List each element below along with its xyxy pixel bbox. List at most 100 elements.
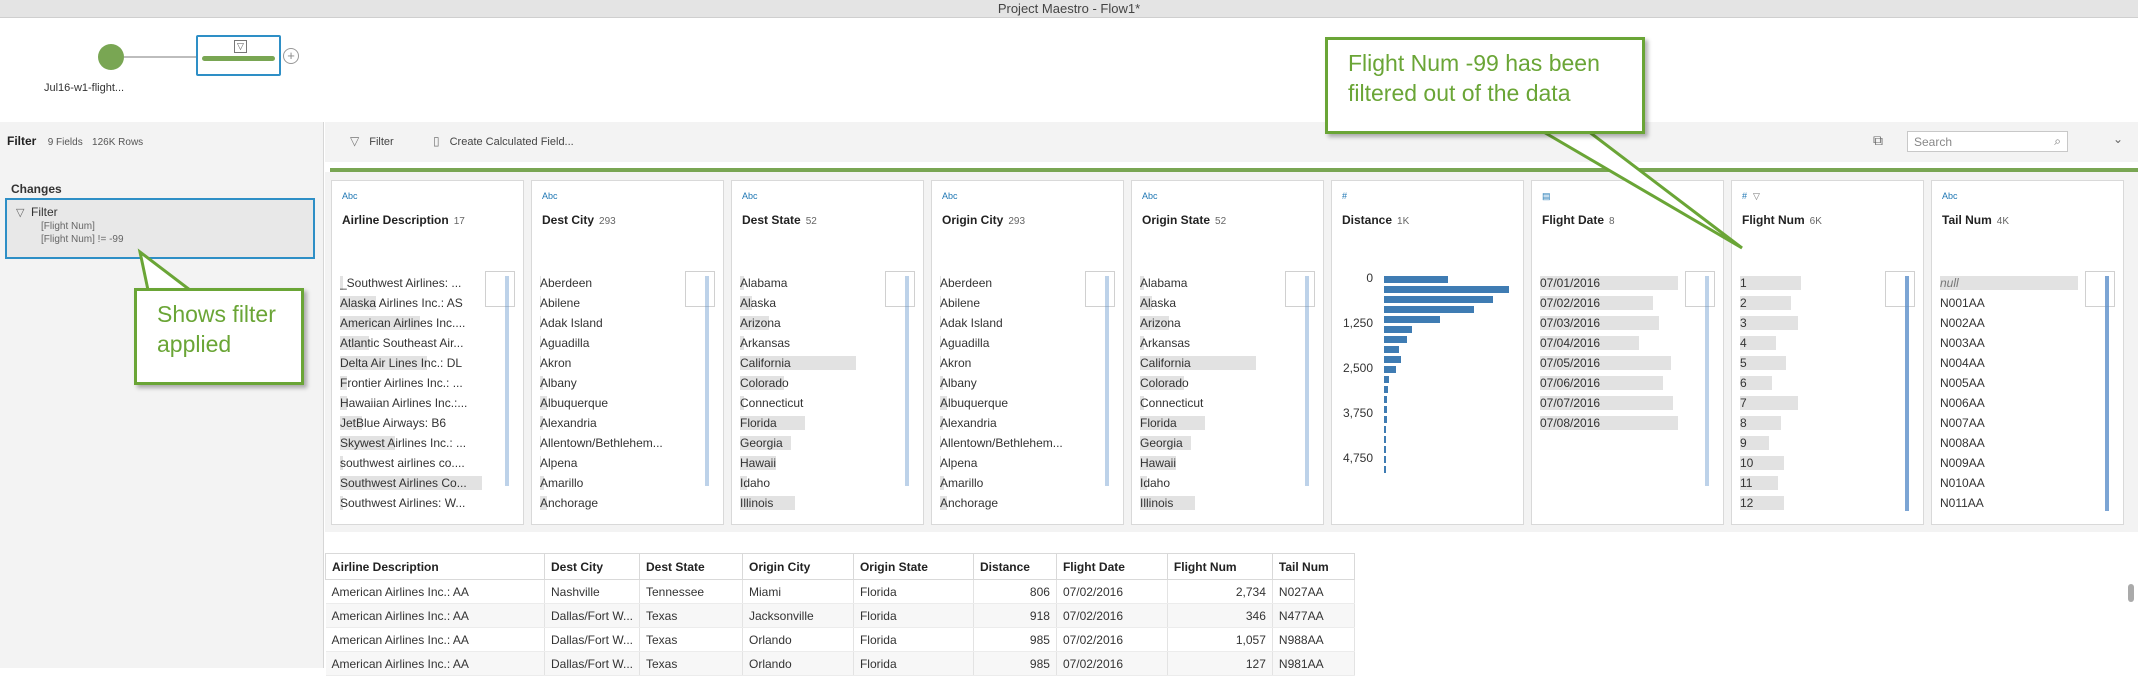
field-name[interactable]: Distance 1K bbox=[1342, 213, 1409, 227]
overview-thumbnail[interactable] bbox=[1685, 271, 1715, 307]
column-header[interactable]: Distance bbox=[972, 553, 1057, 580]
value-item[interactable]: 4 bbox=[1740, 336, 1890, 350]
input-step-node[interactable] bbox=[98, 44, 124, 70]
value-item[interactable]: 3 bbox=[1740, 316, 1890, 330]
column-header[interactable]: Origin City bbox=[741, 553, 854, 580]
histogram-bar[interactable] bbox=[1384, 426, 1386, 433]
value-item[interactable]: Hawaii bbox=[1140, 456, 1290, 470]
filter-step-node[interactable]: ▽ bbox=[196, 35, 281, 76]
field-name[interactable]: Dest State 52 bbox=[742, 213, 817, 227]
value-item[interactable]: Albuquerque bbox=[540, 396, 690, 410]
value-item[interactable]: 07/07/2016 bbox=[1540, 396, 1690, 410]
value-item[interactable]: N010AA bbox=[1940, 476, 2090, 490]
value-item[interactable]: Adak Island bbox=[540, 316, 690, 330]
profile-card[interactable]: Abc Dest State 52 Alabama Alaska Arizona Arkan… bbox=[731, 180, 924, 525]
value-item[interactable]: Alaska bbox=[740, 296, 890, 310]
value-item[interactable]: Alaska bbox=[1140, 296, 1290, 310]
value-item[interactable]: Hawaii bbox=[740, 456, 890, 470]
value-item[interactable]: Anchorage bbox=[940, 496, 1090, 510]
value-item[interactable]: 10 bbox=[1740, 456, 1890, 470]
histogram-bar[interactable] bbox=[1384, 316, 1440, 323]
value-item[interactable]: Florida bbox=[740, 416, 890, 430]
value-item[interactable]: Akron bbox=[540, 356, 690, 370]
value-item[interactable]: Connecticut bbox=[1140, 396, 1290, 410]
overview-thumbnail[interactable] bbox=[1885, 271, 1915, 307]
table-row[interactable]: American Airlines Inc.: AA Dallas/Fort W.… bbox=[325, 627, 1356, 652]
histogram-bar[interactable] bbox=[1384, 366, 1396, 373]
value-item[interactable]: Abilene bbox=[940, 296, 1090, 310]
filter-button[interactable]: ▽ Filter bbox=[350, 134, 394, 148]
value-item[interactable]: 07/01/2016 bbox=[1540, 276, 1690, 290]
value-item[interactable]: Aberdeen bbox=[940, 276, 1090, 290]
column-header[interactable]: Flight Date bbox=[1055, 553, 1168, 580]
overview-thumbnail[interactable] bbox=[885, 271, 915, 307]
search-input[interactable]: Search ⌕ bbox=[1907, 131, 2068, 152]
value-item[interactable]: 07/06/2016 bbox=[1540, 376, 1690, 390]
table-row[interactable]: American Airlines Inc.: AA Dallas/Fort W.… bbox=[325, 651, 1356, 676]
value-item[interactable]: Arizona bbox=[1140, 316, 1290, 330]
profile-card[interactable]: ▤ Flight Date 8 07/01/2016 07/02/2016 07/03/2… bbox=[1531, 180, 1724, 525]
profile-card[interactable]: Abc Origin City 293 Aberdeen Abilene Adak Isl… bbox=[931, 180, 1124, 525]
value-item[interactable]: Alabama bbox=[740, 276, 890, 290]
field-name[interactable]: Flight Num 6K bbox=[1742, 213, 1822, 227]
profile-card[interactable]: Abc Tail Num 4K null N001AA N002AA N003AA N004A… bbox=[1931, 180, 2124, 525]
change-item-filter[interactable]: ▽ Filter [Flight Num] [Flight Num] != -9… bbox=[5, 198, 315, 259]
value-scroll-strip[interactable] bbox=[2105, 276, 2109, 511]
value-item[interactable]: N005AA bbox=[1940, 376, 2090, 390]
value-item[interactable]: Southwest Airlines: W... bbox=[340, 496, 490, 510]
histogram-bar[interactable] bbox=[1384, 296, 1493, 303]
field-name[interactable]: Origin City 293 bbox=[942, 213, 1025, 227]
value-item[interactable]: Aguadilla bbox=[540, 336, 690, 350]
value-item[interactable]: 7 bbox=[1740, 396, 1890, 410]
value-item[interactable]: Aguadilla bbox=[940, 336, 1090, 350]
value-scroll-strip[interactable] bbox=[505, 276, 509, 486]
value-item[interactable]: Colorado bbox=[1140, 376, 1290, 390]
value-item[interactable]: N006AA bbox=[1940, 396, 2090, 410]
value-item[interactable]: 8 bbox=[1740, 416, 1890, 430]
value-scroll-strip[interactable] bbox=[1705, 276, 1709, 486]
overview-thumbnail[interactable] bbox=[2085, 271, 2115, 307]
overview-thumbnail[interactable] bbox=[485, 271, 515, 307]
add-step-icon[interactable]: + bbox=[283, 48, 299, 64]
value-item[interactable]: N003AA bbox=[1940, 336, 2090, 350]
histogram-bar[interactable] bbox=[1384, 356, 1401, 363]
field-name[interactable]: Flight Date 8 bbox=[1542, 213, 1615, 227]
create-calculated-field-button[interactable]: ▯ Create Calculated Field... bbox=[433, 134, 574, 148]
value-item[interactable]: 12 bbox=[1740, 496, 1890, 510]
value-item[interactable]: Amarillo bbox=[940, 476, 1090, 490]
value-item[interactable]: Hawaiian Airlines Inc.:... bbox=[340, 396, 490, 410]
table-row[interactable]: American Airlines Inc.: AA Dallas/Fort W.… bbox=[325, 603, 1356, 628]
value-item[interactable]: Delta Air Lines Inc.: DL bbox=[340, 356, 490, 370]
histogram-bar[interactable] bbox=[1384, 376, 1389, 383]
value-item[interactable]: California bbox=[740, 356, 890, 370]
field-name[interactable]: Airline Description 17 bbox=[342, 213, 465, 227]
value-item[interactable]: N007AA bbox=[1940, 416, 2090, 430]
value-item[interactable]: Arkansas bbox=[1140, 336, 1290, 350]
value-item[interactable]: Amarillo bbox=[540, 476, 690, 490]
field-name[interactable]: Tail Num 4K bbox=[1942, 213, 2009, 227]
value-item[interactable]: 07/04/2016 bbox=[1540, 336, 1690, 350]
value-item[interactable]: Alexandria bbox=[540, 416, 690, 430]
column-header[interactable]: Dest State bbox=[639, 553, 743, 580]
field-name[interactable]: Dest City 293 bbox=[542, 213, 616, 227]
value-scroll-strip[interactable] bbox=[1105, 276, 1109, 486]
value-item[interactable]: Florida bbox=[1140, 416, 1290, 430]
histogram-bar[interactable] bbox=[1384, 306, 1474, 313]
value-item[interactable]: 6 bbox=[1740, 376, 1890, 390]
value-item[interactable]: 2 bbox=[1740, 296, 1890, 310]
histogram-bar[interactable] bbox=[1384, 466, 1386, 473]
value-item[interactable]: N008AA bbox=[1940, 436, 2090, 450]
value-item[interactable]: Adak Island bbox=[940, 316, 1090, 330]
histogram-bar[interactable] bbox=[1384, 386, 1388, 393]
histogram-bar[interactable] bbox=[1384, 436, 1386, 443]
histogram-bar[interactable] bbox=[1384, 286, 1509, 293]
value-item[interactable]: Connecticut bbox=[740, 396, 890, 410]
split-view-icon[interactable]: ⧉ bbox=[1873, 132, 1883, 149]
value-scroll-strip[interactable] bbox=[1905, 276, 1909, 511]
value-item[interactable]: Aberdeen bbox=[540, 276, 690, 290]
profile-card[interactable]: # Distance 1K 0 1,250 2,500 3,750 4,750 bbox=[1331, 180, 1524, 525]
value-item[interactable]: Albuquerque bbox=[940, 396, 1090, 410]
value-item[interactable]: Albany bbox=[940, 376, 1090, 390]
value-item[interactable]: _Southwest Airlines: ... bbox=[340, 276, 490, 290]
value-item[interactable]: Alpena bbox=[540, 456, 690, 470]
